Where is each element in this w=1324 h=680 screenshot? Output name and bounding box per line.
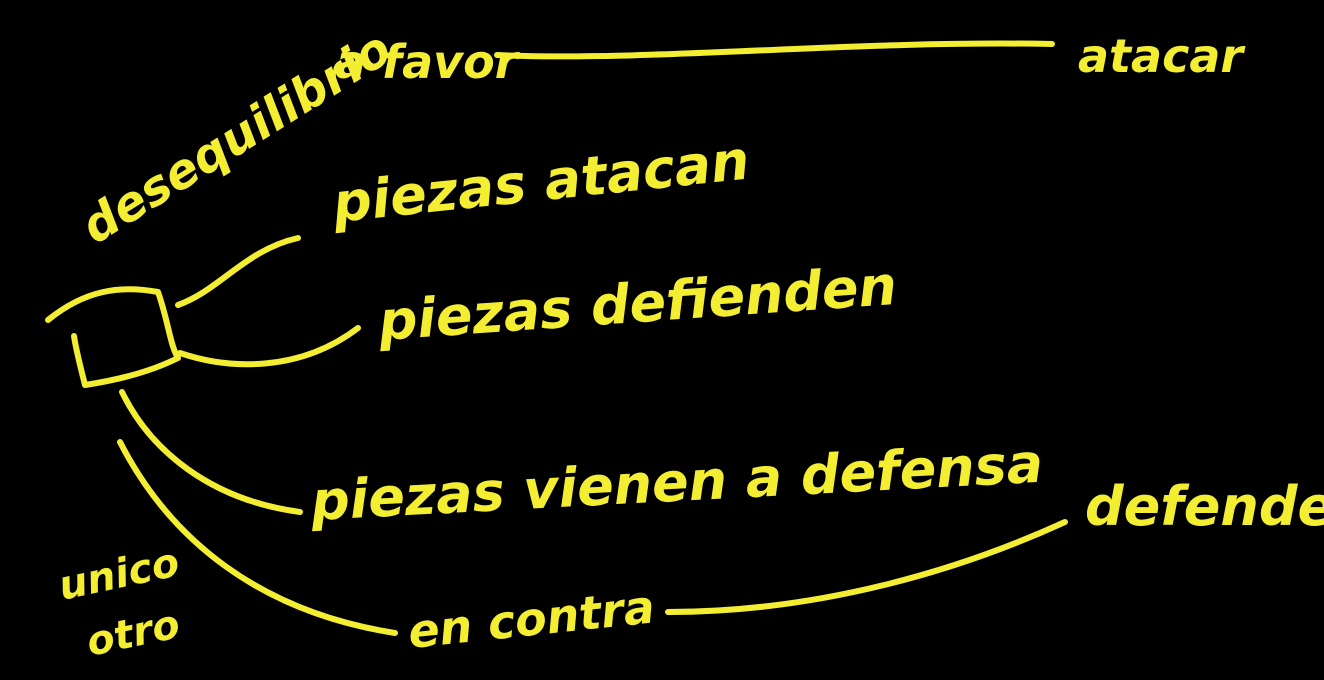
label-unico: unico — [55, 539, 184, 609]
label-atacar: atacar — [1078, 29, 1246, 83]
box-to-piezas-defienden-line — [177, 325, 361, 368]
a-favor-to-atacar-line — [494, 40, 1055, 60]
label-defender: defender — [1085, 475, 1324, 538]
label-otro: otro — [83, 601, 184, 665]
label-piezas-atacan: piezas atacan — [329, 129, 752, 235]
label-en-contra: en contra — [406, 579, 658, 659]
box-outline — [45, 286, 181, 388]
label-piezas-defienden: piezas defienden — [376, 254, 899, 353]
en-contra-to-defender-line — [665, 519, 1068, 615]
label-piezas-vienen-a-defensa: piezas vienen a defensa — [308, 432, 1044, 533]
whiteboard-canvas: desequilibrio a favor atacar piezas atac… — [45, 20, 1324, 666]
box-to-piezas-atacan-line — [175, 235, 301, 308]
label-a-favor: a favor — [335, 35, 521, 89]
